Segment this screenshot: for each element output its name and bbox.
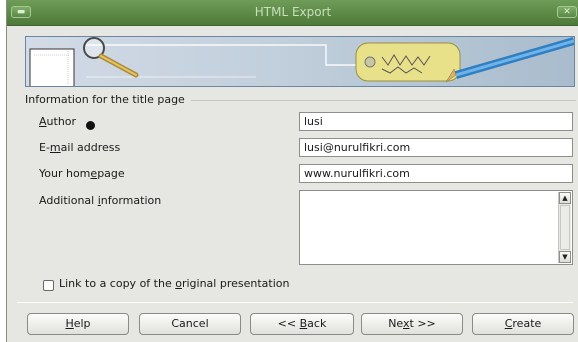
link-original-checkbox[interactable] — [43, 280, 54, 291]
close-icon: ✕ — [563, 7, 571, 17]
email-field[interactable]: lusi@nurulfikri.com — [299, 138, 573, 157]
help-label-rest: elp — [73, 317, 91, 330]
close-window-button[interactable]: ✕ — [557, 6, 577, 18]
tag-pencil-icon — [355, 37, 574, 83]
help-button[interactable]: Help — [27, 313, 129, 335]
next-button[interactable]: Next >> — [361, 313, 463, 335]
author-label-rest: uthor — [46, 115, 77, 128]
title-bar[interactable]: ▬ HTML Export ✕ — [7, 0, 578, 26]
button-separator — [17, 302, 573, 303]
create-button[interactable]: Create — [472, 313, 574, 335]
email-label-pre: E- — [39, 141, 50, 154]
homepage-label: Your homepage — [39, 167, 125, 180]
window-title: HTML Export — [254, 5, 332, 19]
email-label-mnemonic: m — [49, 141, 61, 154]
scroll-up-button[interactable]: ▲ — [559, 192, 571, 204]
homepage-field[interactable]: www.nurulfikri.com — [299, 164, 573, 183]
arrow-up-icon: ▲ — [562, 194, 568, 202]
author-field[interactable]: lusi — [299, 112, 573, 131]
create-label-rest: reate — [512, 317, 542, 330]
textarea-scrollbar[interactable]: ▲ ▼ — [558, 192, 571, 263]
next-label-pre: Ne — [388, 317, 404, 330]
back-button[interactable]: << Back — [250, 313, 354, 335]
back-label-rest: ack — [307, 317, 327, 330]
homepage-label-pre: Your hom — [39, 167, 91, 180]
email-label-rest: ail address — [60, 141, 121, 154]
scroll-thumb[interactable] — [560, 205, 570, 250]
homepage-label-rest: page — [97, 167, 125, 180]
additional-label-rest: nformation — [100, 194, 162, 207]
scroll-down-button[interactable]: ▼ — [559, 251, 571, 263]
author-label: Author — [39, 115, 76, 128]
checkbox-label-mnemonic: o — [175, 277, 182, 290]
additional-info-label: Additional information — [39, 194, 161, 207]
help-label-mnemonic: H — [65, 317, 74, 330]
arrow-down-icon: ▼ — [562, 253, 568, 261]
next-label-rest: t >> — [409, 317, 436, 330]
mouse-cursor-dot — [86, 121, 95, 130]
wizard-banner — [25, 36, 575, 87]
banner-illustration — [29, 37, 574, 86]
html-export-dialog: ▬ HTML Export ✕ Information for the titl… — [6, 0, 578, 342]
cancel-label: Cancel — [171, 317, 209, 330]
cancel-button[interactable]: Cancel — [139, 313, 241, 335]
author-label-mnemonic: A — [39, 115, 47, 128]
additional-label-pre: Additional — [39, 194, 98, 207]
back-label-pre: << — [277, 317, 300, 330]
email-label: E-mail address — [39, 141, 120, 154]
section-divider — [191, 100, 576, 101]
additional-info-textarea[interactable]: ▲ ▼ — [299, 190, 573, 265]
link-original-label[interactable]: Link to a copy of the original presentat… — [59, 277, 289, 290]
checkbox-label-pre: Link to a copy of the — [59, 277, 176, 290]
checkbox-label-rest: riginal presentation — [181, 277, 290, 290]
section-title: Information for the title page — [25, 93, 185, 106]
